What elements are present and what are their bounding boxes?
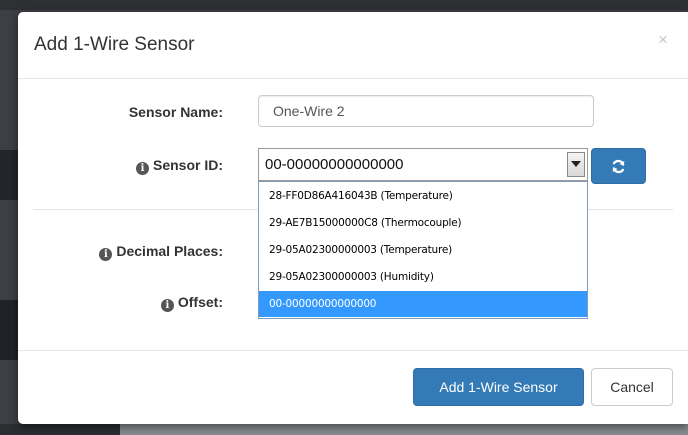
add-sensor-modal: Add 1-Wire Sensor × Sensor Name: One-Wir… xyxy=(18,12,688,424)
close-icon[interactable]: × xyxy=(658,30,668,50)
sensor-name-input[interactable]: One-Wire 2 xyxy=(258,95,594,127)
sensor-id-select[interactable]: 00-00000000000000 xyxy=(258,148,588,181)
sensor-id-dropdown-list[interactable]: 28-FF0D86A416043B (Temperature) 29-AE7B1… xyxy=(258,181,588,319)
sensor-id-selected-value: 00-00000000000000 xyxy=(265,156,404,173)
offset-label: i Offset: xyxy=(18,294,223,312)
modal-header: Add 1-Wire Sensor × xyxy=(18,12,688,79)
add-sensor-button[interactable]: Add 1-Wire Sensor xyxy=(413,368,584,406)
info-circle-icon[interactable]: i xyxy=(160,299,174,312)
cancel-button[interactable]: Cancel xyxy=(591,368,673,406)
refresh-icon xyxy=(612,159,625,174)
dropdown-option-selected[interactable]: 00-00000000000000 xyxy=(259,291,587,317)
decimal-places-label: i Decimal Places: xyxy=(18,243,223,261)
backdrop-strip xyxy=(0,300,20,360)
modal-title: Add 1-Wire Sensor xyxy=(34,34,195,55)
refresh-button[interactable] xyxy=(591,148,646,184)
dropdown-option[interactable]: 28-FF0D86A416043B (Temperature) xyxy=(259,183,587,209)
chevron-down-icon[interactable] xyxy=(567,152,585,177)
sensor-id-label: i Sensor ID: xyxy=(18,157,223,175)
dropdown-option[interactable]: 29-05A02300000003 (Temperature) xyxy=(259,237,587,263)
footer-divider xyxy=(18,350,688,351)
info-circle-icon[interactable]: i xyxy=(99,248,113,261)
backdrop-top xyxy=(0,0,688,10)
backdrop-strip xyxy=(0,150,20,200)
dropdown-option[interactable]: 29-05A02300000003 (Humidity) xyxy=(259,264,587,290)
info-circle-icon[interactable]: i xyxy=(135,162,149,175)
dropdown-option[interactable]: 29-AE7B15000000C8 (Thermocouple) xyxy=(259,210,587,236)
backdrop-bottom-light xyxy=(120,424,688,435)
sensor-name-label: Sensor Name: xyxy=(128,104,223,120)
